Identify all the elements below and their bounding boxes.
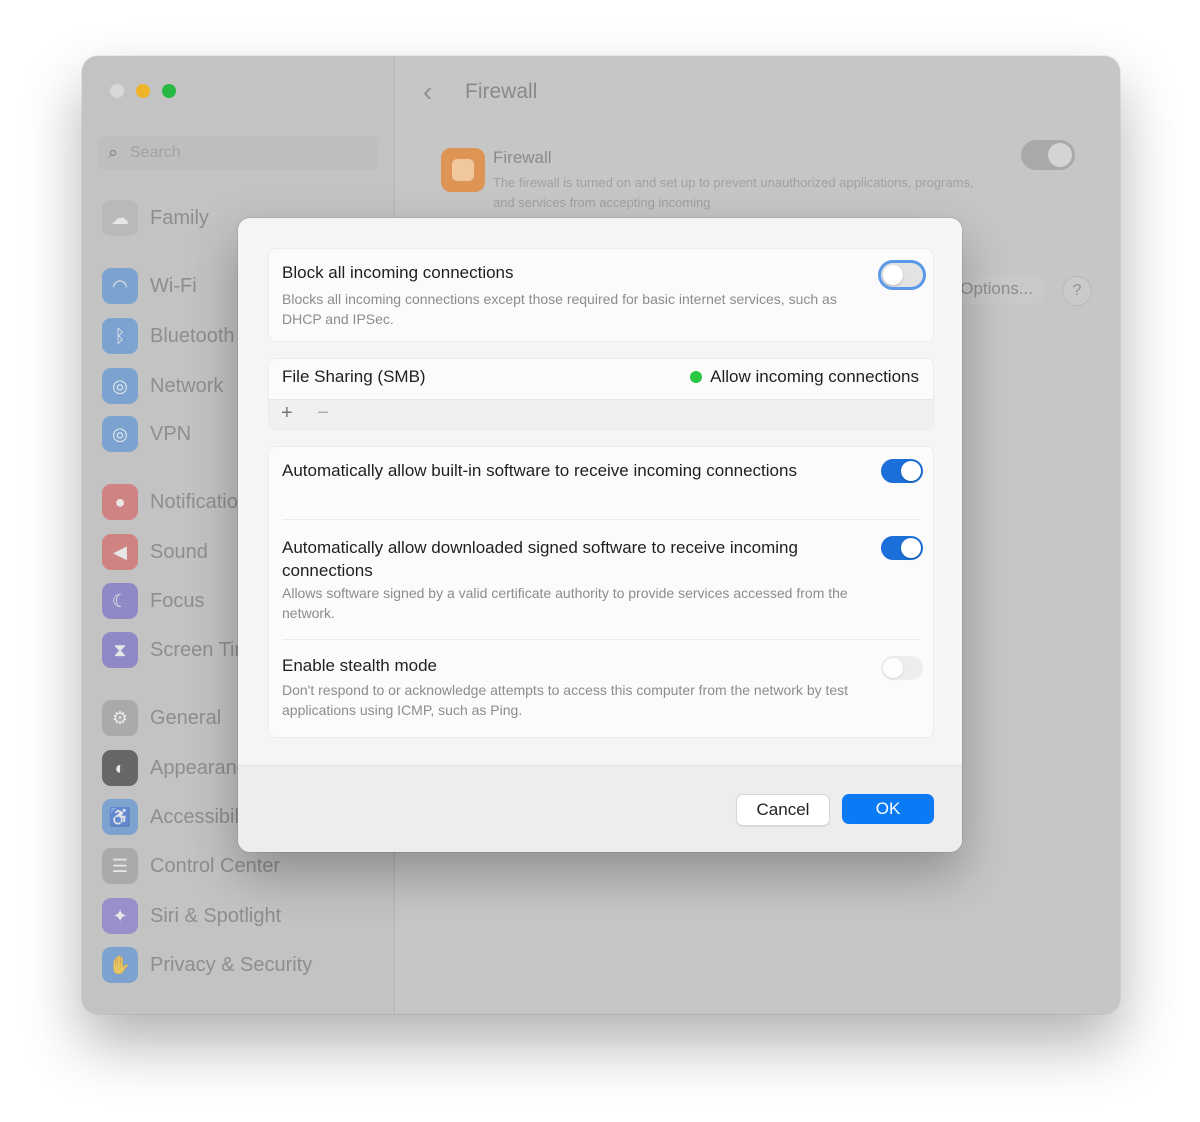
firewall-icon (441, 148, 485, 192)
sidebar-item-label: Sound (150, 540, 208, 563)
help-button[interactable]: ? (1062, 276, 1092, 306)
sidebar-item-label: Privacy & Security (150, 953, 313, 976)
sidebar-item-label: General (150, 706, 222, 729)
sidebar-item-label: Siri & Spotlight (150, 904, 282, 927)
focus-icon: ☾ (102, 583, 138, 619)
sound-icon: ◀ (102, 534, 138, 570)
sidebar-item-label: Control Center (150, 854, 281, 877)
status-dot-icon (690, 371, 703, 383)
sidebar-item-label: VPN (150, 422, 192, 445)
block-all-title: Block all incoming connections (282, 263, 514, 282)
search-icon: ⌕ (108, 143, 118, 162)
app-name: File Sharing (SMB) (282, 367, 426, 386)
stealth-toggle[interactable] (881, 656, 923, 680)
zoom-window-button[interactable] (162, 84, 176, 98)
auto-allow-card: Automatically allow built-in software to… (268, 446, 934, 738)
notifications-icon: ● (102, 484, 138, 520)
sidebar-item-label: Focus (150, 589, 205, 612)
cancel-button[interactable]: Cancel (736, 794, 830, 826)
sidebar-item-label: Bluetooth (150, 324, 235, 347)
control-center-icon: ☰ (102, 848, 138, 884)
firewall-options-dialog: Block all incoming connections Blocks al… (238, 218, 962, 852)
stealth-title: Enable stealth mode (282, 656, 437, 675)
status-label: Allow incoming connections (710, 367, 919, 386)
accessibility-icon: ♿ (102, 799, 138, 835)
builtin-toggle[interactable] (881, 459, 923, 483)
firewall-toggle[interactable] (1021, 140, 1075, 170)
screen-time-icon: ⧗ (102, 632, 138, 668)
ok-button[interactable]: OK (842, 794, 934, 824)
sidebar-item-privacy-security[interactable]: ✋ Privacy & Security (102, 945, 382, 985)
bluetooth-icon: ᛒ (102, 318, 138, 354)
app-list-controls: + − (269, 399, 933, 429)
siri-icon: ✦ (102, 898, 138, 934)
network-icon: ◎ (102, 368, 138, 404)
vpn-icon: ◎ (102, 416, 138, 452)
sidebar-item-siri-spotlight[interactable]: ✦ Siri & Spotlight (102, 896, 382, 936)
firewall-label: Firewall (493, 148, 552, 167)
search-input[interactable] (128, 143, 362, 163)
signed-toggle[interactable] (881, 536, 923, 560)
privacy-icon: ✋ (102, 947, 138, 983)
app-connection-status[interactable]: Allow incoming connections (690, 367, 919, 387)
block-all-description: Blocks all incoming connections except t… (282, 291, 837, 327)
sidebar-item-control-center[interactable]: ☰ Control Center (102, 846, 382, 886)
back-chevron-icon[interactable]: ‹ (423, 76, 432, 108)
app-row[interactable]: File Sharing (SMB) Allow incoming connect… (269, 359, 933, 399)
firewall-description: The firewall is turned on and set up to … (493, 175, 974, 210)
window-controls (110, 84, 176, 98)
search-field[interactable]: ⌕ (98, 136, 378, 170)
general-icon: ⚙ (102, 700, 138, 736)
block-all-toggle[interactable] (881, 263, 923, 287)
family-icon: ☁ (102, 200, 138, 236)
appearance-icon: ◐ (102, 750, 138, 786)
page-title: Firewall (465, 80, 538, 103)
signed-description: Allows software signed by a valid certif… (282, 585, 848, 621)
minimize-window-button[interactable] (136, 84, 150, 98)
stealth-description: Don't respond to or acknowledge attempts… (282, 682, 849, 718)
close-window-button[interactable] (110, 84, 124, 98)
add-app-button[interactable]: + (281, 402, 293, 425)
sidebar-item-label: Network (150, 374, 224, 397)
remove-app-button[interactable]: − (317, 402, 329, 425)
block-all-card: Block all incoming connections Blocks al… (268, 248, 934, 342)
builtin-title: Automatically allow built-in software to… (282, 461, 797, 480)
app-list: File Sharing (SMB) Allow incoming connect… (268, 358, 934, 430)
sidebar-item-label: Family (150, 206, 209, 229)
dialog-footer: Cancel OK (238, 765, 962, 852)
sidebar-item-label: Wi-Fi (150, 274, 197, 297)
signed-title: Automatically allow downloaded signed so… (282, 538, 798, 580)
wifi-icon: ◠ (102, 268, 138, 304)
